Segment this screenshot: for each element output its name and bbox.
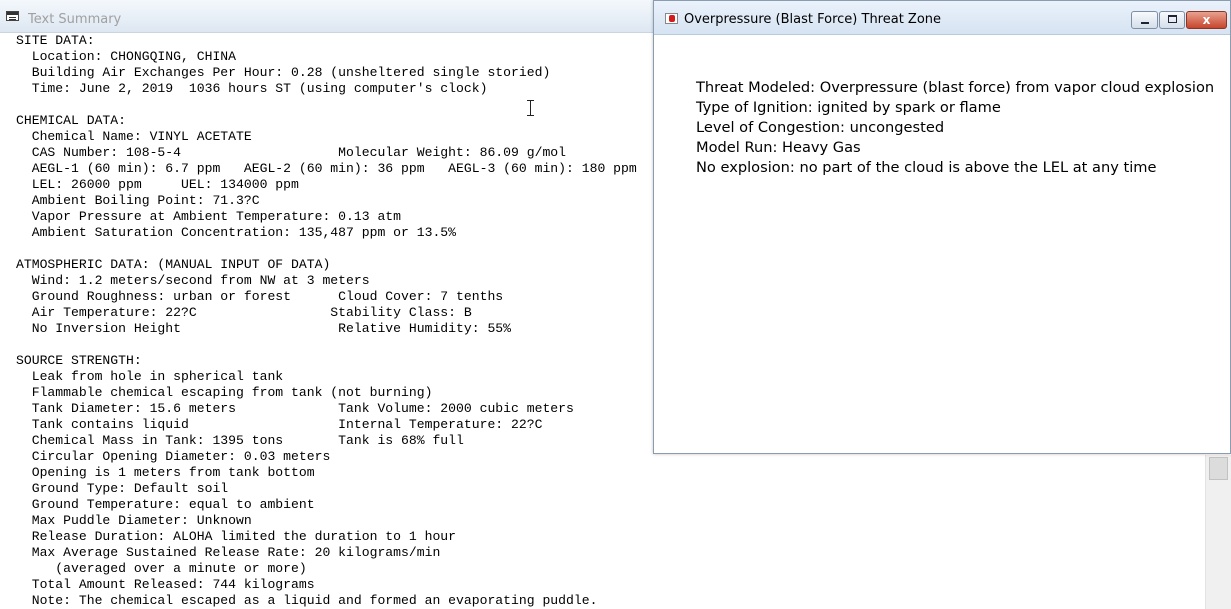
summary-line: Air Temperature: 22?C Stability Class: B xyxy=(16,305,472,320)
summary-line: Location: CHONGQING, CHINA xyxy=(16,49,237,64)
summary-line: SITE DATA: xyxy=(16,33,95,48)
threat-zone-title: Overpressure (Blast Force) Threat Zone xyxy=(684,12,942,27)
threat-line: Threat Modeled: Overpressure (blast forc… xyxy=(696,79,1215,96)
summary-line: Time: June 2, 2019 1036 hours ST (using … xyxy=(16,81,488,96)
summary-line xyxy=(16,241,637,257)
summary-line: Chemical Mass in Tank: 1395 tons Tank is… xyxy=(16,433,464,448)
threat-zone-text: Threat Modeled: Overpressure (blast forc… xyxy=(696,78,1214,178)
summary-line: Total Amount Released: 744 kilograms xyxy=(16,577,315,592)
summary-line: Vapor Pressure at Ambient Temperature: 0… xyxy=(16,209,402,224)
maximize-icon xyxy=(1168,15,1177,23)
minimize-button[interactable] xyxy=(1131,11,1158,29)
summary-line: Ground Temperature: equal to ambient xyxy=(16,497,315,512)
text-document-icon xyxy=(6,11,19,21)
summary-line: SOURCE STRENGTH: xyxy=(16,353,142,368)
summary-line: CHEMICAL DATA: xyxy=(16,113,127,128)
summary-line: LEL: 26000 ppm UEL: 134000 ppm xyxy=(16,177,299,192)
summary-line: Ambient Saturation Concentration: 135,48… xyxy=(16,225,457,240)
vertical-scrollbar[interactable] xyxy=(1205,455,1231,609)
summary-line: Max Average Sustained Release Rate: 20 k… xyxy=(16,545,441,560)
summary-line: Tank Diameter: 15.6 meters Tank Volume: … xyxy=(16,401,574,416)
summary-line xyxy=(16,97,637,113)
summary-line: Ground Type: Default soil xyxy=(16,481,229,496)
threat-line: Model Run: Heavy Gas xyxy=(696,139,861,156)
summary-line: Flammable chemical escaping from tank (n… xyxy=(16,385,433,400)
summary-line: No Inversion Height Relative Humidity: 5… xyxy=(16,321,512,336)
scrollbar-thumb[interactable] xyxy=(1209,457,1228,480)
summary-line: Chemical Name: VINYL ACETATE xyxy=(16,129,252,144)
close-icon: x xyxy=(1202,13,1211,27)
maximize-button[interactable] xyxy=(1159,11,1185,29)
threat-zone-titlebar[interactable]: Overpressure (Blast Force) Threat Zone x xyxy=(654,1,1230,35)
summary-line: Note: The chemical escaped as a liquid a… xyxy=(16,593,598,608)
summary-line: Ground Roughness: urban or forest Cloud … xyxy=(16,289,504,304)
summary-text-area[interactable]: SITE DATA: Location: CHONGQING, CHINA Bu… xyxy=(16,33,637,609)
minimize-icon xyxy=(1141,22,1149,24)
threat-zone-window: Overpressure (Blast Force) Threat Zone x… xyxy=(653,0,1231,454)
summary-line: Leak from hole in spherical tank xyxy=(16,369,284,384)
threat-zone-icon xyxy=(665,13,678,24)
summary-line: (averaged over a minute or more) xyxy=(16,561,307,576)
summary-line: Wind: 1.2 meters/second from NW at 3 met… xyxy=(16,273,370,288)
summary-line: Circular Opening Diameter: 0.03 meters xyxy=(16,449,331,464)
threat-line: Type of Ignition: ignited by spark or fl… xyxy=(696,99,1001,116)
summary-line: Building Air Exchanges Per Hour: 0.28 (u… xyxy=(16,65,551,80)
summary-line xyxy=(16,337,637,353)
text-cursor-icon xyxy=(527,100,535,116)
summary-line: ATMOSPHERIC DATA: (MANUAL INPUT OF DATA) xyxy=(16,257,331,272)
threat-line: Level of Congestion: uncongested xyxy=(696,119,945,136)
summary-line: Tank contains liquid Internal Temperatur… xyxy=(16,417,543,432)
close-button[interactable]: x xyxy=(1186,11,1227,29)
summary-line: Release Duration: ALOHA limited the dura… xyxy=(16,529,457,544)
summary-line: Max Puddle Diameter: Unknown xyxy=(16,513,252,528)
threat-line: No explosion: no part of the cloud is ab… xyxy=(696,159,1157,176)
text-summary-title: Text Summary xyxy=(28,12,122,27)
summary-line: Opening is 1 meters from tank bottom xyxy=(16,465,315,480)
summary-line: Ambient Boiling Point: 71.3?C xyxy=(16,193,260,208)
summary-line: AEGL-1 (60 min): 6.7 ppm AEGL-2 (60 min)… xyxy=(16,161,637,176)
summary-line: CAS Number: 108-5-4 Molecular Weight: 86… xyxy=(16,145,567,160)
